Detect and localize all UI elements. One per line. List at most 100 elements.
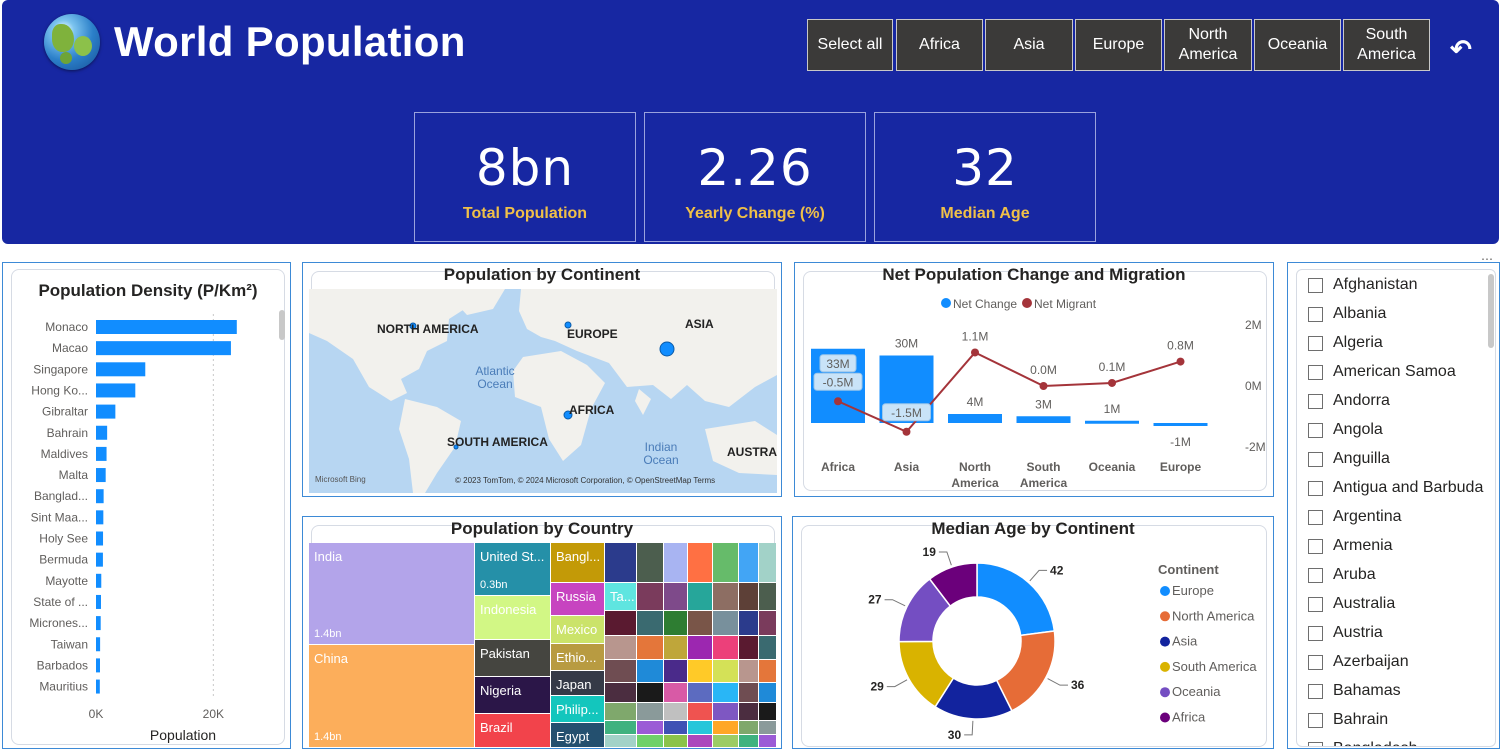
treemap-tile-japan[interactable]: Japan <box>551 671 605 696</box>
checkbox[interactable] <box>1308 393 1323 409</box>
treemap-tile[interactable] <box>759 703 777 721</box>
slicer-select-all-button[interactable]: Select all <box>807 19 893 71</box>
slicer-europe-button[interactable]: Europe <box>1075 19 1162 71</box>
undo-icon[interactable]: ↶ <box>1446 34 1476 64</box>
treemap-tile[interactable] <box>713 683 739 703</box>
treemap-tile[interactable] <box>739 721 759 735</box>
country-item[interactable]: Azerbaijan <box>1308 652 1409 672</box>
treemap-tile[interactable] <box>664 683 688 703</box>
treemap-tile[interactable] <box>637 660 664 683</box>
treemap-tile[interactable] <box>688 703 713 721</box>
treemap-tile[interactable] <box>739 636 759 660</box>
slicer-africa-button[interactable]: Africa <box>896 19 983 71</box>
country-item[interactable]: Australia <box>1308 594 1395 614</box>
treemap-tile[interactable] <box>637 703 664 721</box>
treemap-tile[interactable] <box>605 721 637 735</box>
country-item[interactable]: Bangladesh <box>1308 739 1418 746</box>
treemap-tile[interactable] <box>664 611 688 636</box>
treemap-tile[interactable] <box>759 683 777 703</box>
country-item[interactable]: American Samoa <box>1308 362 1456 382</box>
treemap-tile[interactable] <box>713 735 739 748</box>
treemap-tile[interactable] <box>605 660 637 683</box>
treemap-tile[interactable] <box>637 721 664 735</box>
treemap-tile[interactable] <box>713 543 739 583</box>
treemap-tile[interactable] <box>637 683 664 703</box>
treemap-tile[interactable] <box>605 703 637 721</box>
treemap-tile[interactable] <box>605 543 637 583</box>
country-item[interactable]: Anguilla <box>1308 449 1390 469</box>
country-item[interactable]: Austria <box>1308 623 1383 643</box>
treemap-tile[interactable] <box>688 735 713 748</box>
treemap-tile[interactable] <box>739 703 759 721</box>
treemap-tile[interactable] <box>713 583 739 611</box>
checkbox[interactable] <box>1308 480 1323 496</box>
treemap-tile[interactable] <box>739 583 759 611</box>
more-options-icon[interactable]: ⋯ <box>1481 252 1494 266</box>
treemap-tile-egypt[interactable]: Egypt <box>551 723 605 748</box>
country-item[interactable]: Antigua and Barbuda <box>1308 478 1483 498</box>
checkbox[interactable] <box>1308 277 1323 293</box>
treemap-tile-china[interactable]: China 1.4bn <box>309 645 475 748</box>
treemap-tile-philippines[interactable]: Philip... <box>551 696 605 723</box>
treemap-tile-pakistan[interactable]: Pakistan <box>475 640 551 677</box>
treemap-tile-tanzania[interactable]: Ta... <box>605 583 637 611</box>
checkbox[interactable] <box>1308 451 1323 467</box>
treemap-tile[interactable] <box>739 611 759 636</box>
treemap-tile[interactable] <box>739 543 759 583</box>
density-scrollbar[interactable] <box>279 310 285 340</box>
country-item[interactable]: Angola <box>1308 420 1383 440</box>
treemap-tile[interactable] <box>713 721 739 735</box>
treemap-tile[interactable] <box>688 543 713 583</box>
treemap-tile[interactable] <box>637 611 664 636</box>
country-item[interactable]: Andorra <box>1308 391 1390 411</box>
country-scrollbar[interactable] <box>1488 274 1494 348</box>
treemap-tile-indonesia[interactable]: Indonesia <box>475 596 551 640</box>
treemap-tile[interactable] <box>688 636 713 660</box>
country-item[interactable]: Aruba <box>1308 565 1376 585</box>
checkbox[interactable] <box>1308 596 1323 612</box>
checkbox[interactable] <box>1308 509 1323 525</box>
world-map[interactable]: NORTH AMERICA EUROPE ASIA AFRICA SOUTH A… <box>309 289 777 493</box>
treemap-tile[interactable] <box>637 583 664 611</box>
checkbox[interactable] <box>1308 422 1323 438</box>
checkbox[interactable] <box>1308 335 1323 351</box>
checkbox[interactable] <box>1308 683 1323 699</box>
slicer-north-america-button[interactable]: North America <box>1164 19 1252 71</box>
treemap-tile[interactable] <box>759 735 777 748</box>
treemap-tile-mexico[interactable]: Mexico <box>551 616 605 644</box>
treemap-tile[interactable] <box>605 683 637 703</box>
treemap-tile[interactable] <box>759 721 777 735</box>
checkbox[interactable] <box>1308 741 1323 746</box>
checkbox[interactable] <box>1308 654 1323 670</box>
treemap-tile[interactable] <box>637 636 664 660</box>
treemap-tile[interactable] <box>713 611 739 636</box>
country-item[interactable]: Bahamas <box>1308 681 1401 701</box>
checkbox[interactable] <box>1308 567 1323 583</box>
slicer-oceania-button[interactable]: Oceania <box>1254 19 1341 71</box>
country-item[interactable]: Bahrain <box>1308 710 1388 730</box>
treemap-tile[interactable] <box>664 703 688 721</box>
treemap-tile[interactable] <box>688 611 713 636</box>
treemap-tile[interactable] <box>605 636 637 660</box>
treemap-tile[interactable] <box>664 543 688 583</box>
treemap-tile-nigeria[interactable]: Nigeria <box>475 677 551 714</box>
treemap-tile-russia[interactable]: Russia <box>551 583 605 616</box>
treemap-tile[interactable] <box>713 636 739 660</box>
checkbox[interactable] <box>1308 306 1323 322</box>
treemap-tile[interactable] <box>713 703 739 721</box>
treemap-tile[interactable] <box>739 735 759 748</box>
treemap-tile-india[interactable]: India 1.4bn <box>309 543 475 645</box>
treemap-tile[interactable] <box>605 735 637 748</box>
treemap-tile[interactable] <box>759 660 777 683</box>
treemap-tile[interactable] <box>739 683 759 703</box>
treemap-tile[interactable] <box>637 543 664 583</box>
treemap-tile[interactable] <box>739 660 759 683</box>
treemap-tile[interactable] <box>759 611 777 636</box>
treemap-tile[interactable] <box>759 583 777 611</box>
treemap-tile-united-states[interactable]: United St... 0.3bn <box>475 543 551 596</box>
treemap-tile[interactable] <box>688 583 713 611</box>
slicer-asia-button[interactable]: Asia <box>985 19 1073 71</box>
treemap-tile-brazil[interactable]: Brazil <box>475 714 551 748</box>
treemap-tile[interactable] <box>664 583 688 611</box>
treemap-tile[interactable] <box>637 735 664 748</box>
